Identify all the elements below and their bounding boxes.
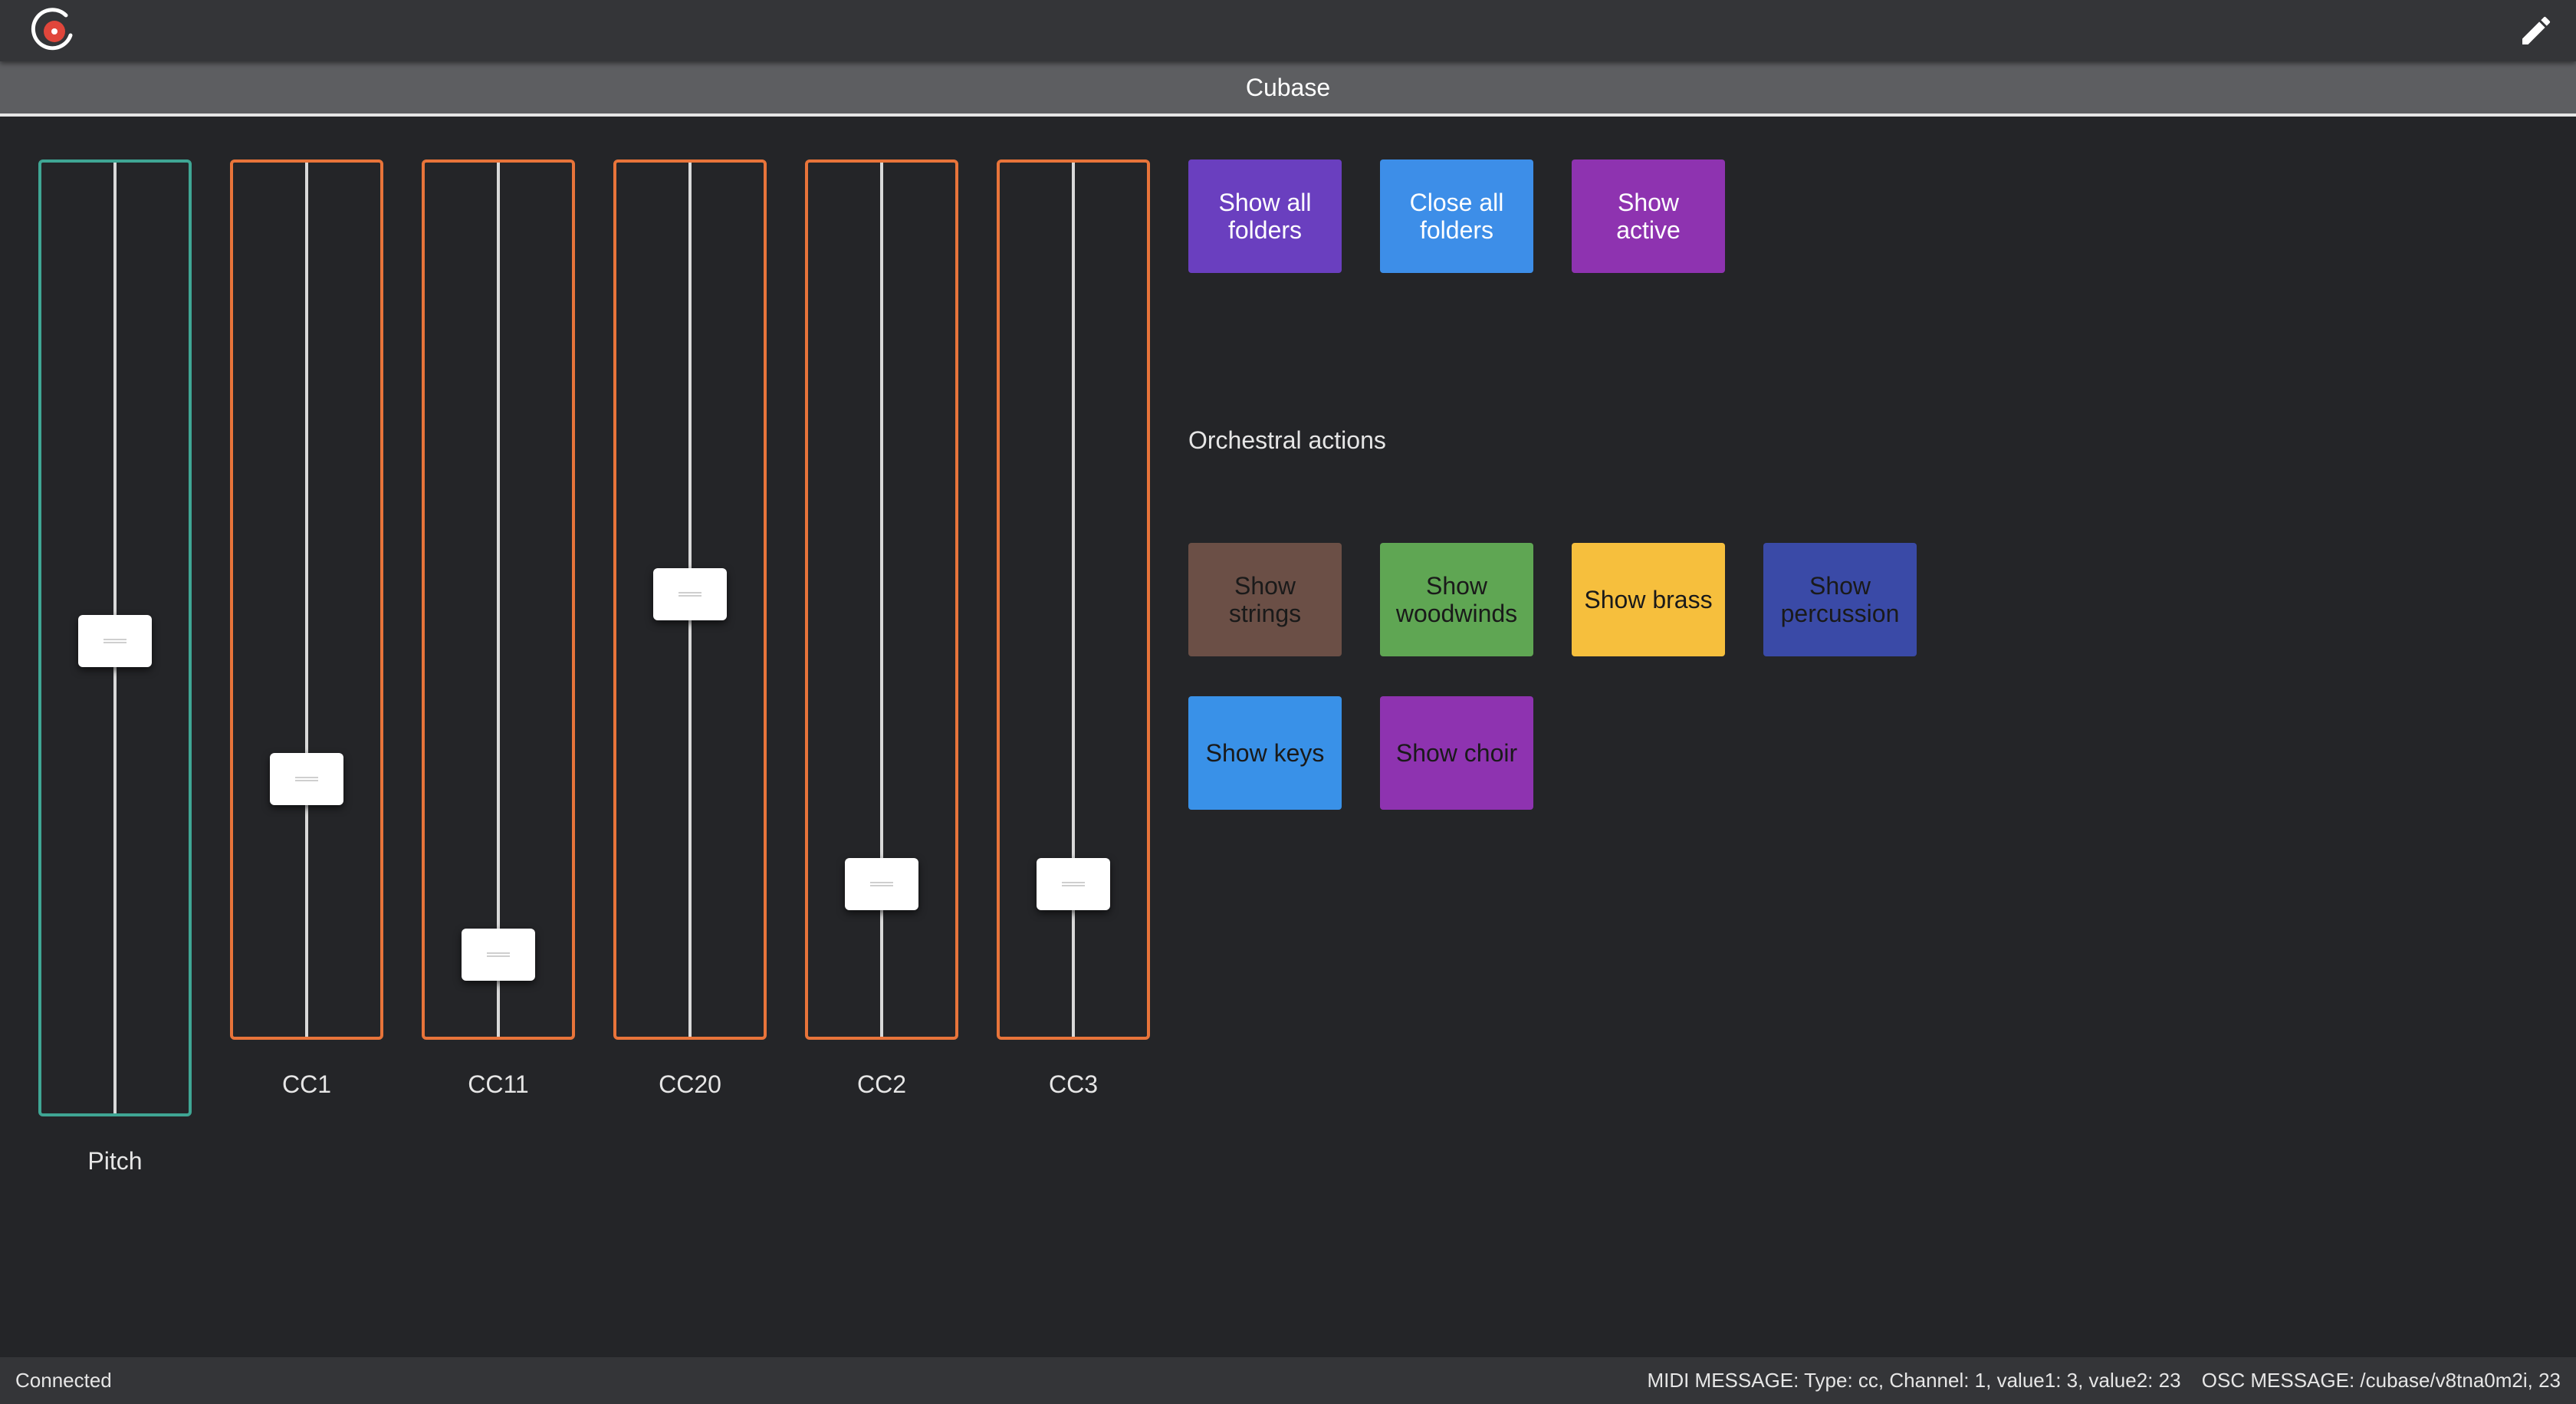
fader-handle[interactable] bbox=[462, 929, 535, 981]
fader-cc11[interactable] bbox=[422, 159, 575, 1040]
show-percussion-button[interactable]: Show percussion bbox=[1763, 543, 1917, 656]
connection-status: Connected bbox=[15, 1369, 112, 1392]
grip-icon bbox=[870, 882, 893, 887]
status-bar: Connected MIDI MESSAGE: Type: cc, Channe… bbox=[0, 1357, 2576, 1404]
show-choir-button[interactable]: Show choir bbox=[1380, 696, 1533, 810]
session-title: Cubase bbox=[1245, 74, 1331, 101]
grip-icon bbox=[295, 776, 318, 781]
fader-label: CC1 bbox=[281, 1070, 331, 1098]
grip-icon bbox=[487, 952, 510, 958]
fader-handle[interactable] bbox=[653, 567, 727, 620]
fader-handle[interactable] bbox=[270, 752, 343, 805]
session-title-bar: Cubase bbox=[0, 61, 2576, 117]
grip-icon bbox=[104, 639, 127, 643]
grip-icon bbox=[678, 591, 702, 597]
fader-cc3[interactable] bbox=[997, 159, 1150, 1040]
midi-message: MIDI MESSAGE: Type: cc, Channel: 1, valu… bbox=[1647, 1369, 2181, 1392]
app-logo-icon[interactable] bbox=[28, 5, 80, 57]
close-all-folders-button[interactable]: Close all folders bbox=[1380, 159, 1533, 273]
osc-message: OSC MESSAGE: /cubase/v8tna0m2i, 23 bbox=[2201, 1369, 2561, 1392]
show-keys-button[interactable]: Show keys bbox=[1188, 696, 1342, 810]
fader-handle[interactable] bbox=[78, 615, 152, 667]
show-strings-button[interactable]: Show strings bbox=[1188, 543, 1342, 656]
show-active-button[interactable]: Show active bbox=[1572, 159, 1725, 273]
fader-cc20[interactable] bbox=[613, 159, 767, 1040]
top-toolbar bbox=[0, 0, 2576, 61]
fader-label: CC20 bbox=[659, 1070, 721, 1098]
grip-icon bbox=[1062, 882, 1085, 887]
pencil-icon[interactable] bbox=[2518, 12, 2555, 49]
show-woodwinds-button[interactable]: Show woodwinds bbox=[1380, 543, 1533, 656]
fader-cc1[interactable] bbox=[230, 159, 383, 1040]
fader-label: CC2 bbox=[856, 1070, 906, 1098]
fader-track[interactable] bbox=[497, 163, 500, 1037]
fader-track[interactable] bbox=[305, 163, 308, 1037]
fader-cc2[interactable] bbox=[805, 159, 958, 1040]
orchestral-actions-label: Orchestral actions bbox=[1188, 426, 1386, 454]
fader-label: CC11 bbox=[468, 1070, 529, 1098]
fader-handle[interactable] bbox=[1037, 858, 1110, 911]
fader-pitch[interactable] bbox=[38, 159, 192, 1116]
show-brass-button[interactable]: Show brass bbox=[1572, 543, 1725, 656]
message-readout: MIDI MESSAGE: Type: cc, Channel: 1, valu… bbox=[1647, 1357, 2561, 1404]
fader-label: CC3 bbox=[1048, 1070, 1098, 1098]
show-all-folders-button[interactable]: Show all folders bbox=[1188, 159, 1342, 273]
fader-label: Pitch bbox=[87, 1147, 143, 1175]
fader-handle[interactable] bbox=[845, 858, 918, 911]
